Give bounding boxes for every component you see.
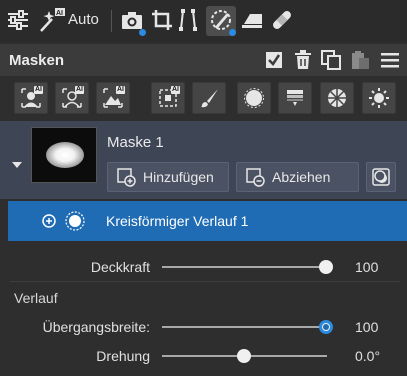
camera-active-dot — [139, 29, 146, 36]
feather-slider-row: Übergangsbreite: 100 — [0, 316, 407, 338]
radial-gradient-icon — [65, 211, 85, 234]
mask-card[interactable]: Maske 1 Hinzufügen Abziehen — [0, 121, 407, 199]
rotation-slider-row: Drehung 0.0° — [0, 345, 407, 367]
opacity-slider-handle[interactable] — [319, 260, 333, 274]
trash-icon[interactable] — [294, 50, 312, 73]
add-circle-icon[interactable] — [42, 214, 56, 231]
duplicate-icon[interactable] — [321, 50, 341, 73]
chevron-down-icon[interactable] — [11, 156, 23, 172]
eraser-icon[interactable] — [240, 6, 264, 34]
mask-component-row[interactable]: Kreisförmiger Verlauf 1 — [8, 201, 407, 241]
svg-text:AI: AI — [56, 10, 63, 17]
linear-gradient-icon[interactable] — [278, 82, 312, 114]
feather-value[interactable]: 100 — [355, 319, 378, 335]
panel-title: Masken — [9, 52, 65, 69]
landscape-ai-icon[interactable]: AI — [96, 82, 130, 114]
radial-icon[interactable] — [237, 82, 271, 114]
person-ai-icon[interactable]: AI — [55, 82, 89, 114]
invert-mask-button[interactable] — [366, 162, 396, 192]
crop-icon[interactable] — [151, 6, 173, 34]
menu-icon[interactable] — [381, 52, 399, 71]
luminance-range-icon[interactable] — [362, 82, 396, 114]
color-range-icon[interactable] — [320, 82, 354, 114]
feather-slider[interactable] — [162, 326, 327, 328]
rotation-value[interactable]: 0.0° — [355, 348, 380, 364]
feather-label: Übergangsbreite: — [42, 319, 150, 335]
mask-thumbnail-shape — [46, 142, 84, 168]
rotation-slider-handle[interactable] — [236, 349, 251, 363]
subject-ai-icon[interactable]: AI — [14, 82, 48, 114]
straighten-icon[interactable] — [178, 6, 198, 34]
section-divider — [10, 281, 400, 282]
component-label: Kreisförmiger Verlauf 1 — [106, 213, 249, 229]
auto-button[interactable]: Auto — [68, 11, 99, 28]
mask-active-dot — [229, 29, 236, 36]
section-heading: Verlauf — [14, 290, 58, 306]
subtract-button-label: Abziehen — [272, 169, 331, 185]
opacity-slider[interactable] — [162, 266, 327, 268]
top-toolbar: AI Auto — [0, 0, 407, 42]
subtract-button[interactable]: Abziehen — [236, 162, 359, 192]
magic-wand-ai-icon[interactable]: AI — [38, 6, 66, 34]
feather-slider-handle[interactable] — [319, 320, 333, 334]
toolbar-divider — [111, 10, 112, 32]
opacity-value[interactable]: 100 — [355, 259, 378, 275]
mask-name[interactable]: Maske 1 — [107, 134, 164, 151]
opacity-label: Deckkraft — [90, 259, 150, 275]
add-mask-icon — [117, 168, 136, 187]
brush-icon[interactable] — [192, 82, 226, 114]
paste-icon[interactable] — [350, 50, 370, 73]
mask-tools-row: AI AI AI AI — [0, 78, 407, 118]
subtract-mask-icon — [246, 168, 265, 187]
add-button-label: Hinzufügen — [143, 169, 214, 185]
bandage-icon[interactable] — [270, 6, 294, 34]
add-button[interactable]: Hinzufügen — [107, 162, 229, 192]
select-ai-icon[interactable]: AI — [151, 82, 185, 114]
rotation-label: Drehung — [96, 348, 150, 364]
masks-panel-header: Masken — [0, 44, 407, 76]
opacity-slider-row: Deckkraft 100 — [0, 256, 407, 278]
check-icon[interactable] — [265, 51, 283, 72]
mask-thumbnail[interactable] — [31, 127, 97, 183]
invert-icon — [372, 168, 390, 186]
adjustments-icon[interactable] — [6, 6, 30, 34]
